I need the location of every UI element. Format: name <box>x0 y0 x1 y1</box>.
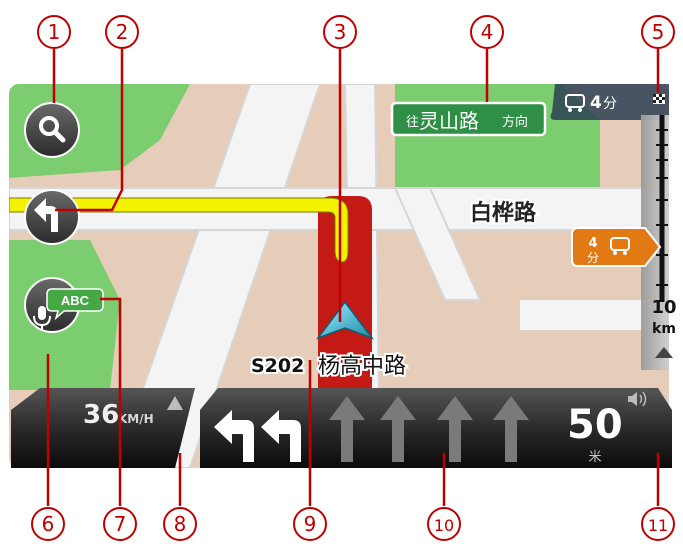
callout-marker: 10 <box>427 507 461 541</box>
callout-marker: 8 <box>163 507 197 541</box>
speed-panel[interactable]: 36 KM/H <box>11 388 195 468</box>
traffic-bar-unit: km <box>652 321 676 337</box>
callout-number: 10 <box>434 516 454 535</box>
traffic-delay-minutes: 4 <box>588 236 597 251</box>
current-road-name: 杨高中路 <box>318 354 406 379</box>
signpost-prefix: 往 <box>406 115 419 130</box>
callout-marker: 4 <box>470 15 504 49</box>
callout-number: 7 <box>114 512 127 536</box>
traffic-delay-badge[interactable]: 4 分 <box>571 227 662 267</box>
callout-marker: 11 <box>641 507 675 541</box>
turn-instruction-button[interactable] <box>24 189 80 245</box>
voice-badge-label: ABC <box>61 293 90 308</box>
eta-minutes: 4 <box>590 93 602 113</box>
callout-marker: 6 <box>31 507 65 541</box>
callout-number: 11 <box>648 516 668 535</box>
callout-number: 5 <box>652 20 665 44</box>
signpost-road: 灵山路 <box>419 109 479 133</box>
callout-number: 9 <box>304 512 317 536</box>
signpost-suffix: 方向 <box>502 114 528 130</box>
cross-street-label: 白桦路 <box>470 200 537 226</box>
current-road-number: S202 <box>251 355 304 377</box>
callout-number: 6 <box>42 512 55 536</box>
callout-marker: 3 <box>323 15 357 49</box>
callout-marker: 2 <box>105 15 139 49</box>
speed-value: 36 <box>83 400 119 430</box>
traffic-bar-distance: 10 <box>651 297 676 318</box>
distance-value: 50 <box>567 402 623 448</box>
eta-panel[interactable]: 4 分 <box>550 84 669 120</box>
callout-marker: 7 <box>103 507 137 541</box>
search-button[interactable] <box>24 102 80 158</box>
current-road-label: S202 杨高中路 <box>249 352 408 381</box>
callout-number: 8 <box>174 512 187 536</box>
callout-marker: 5 <box>641 15 675 49</box>
callout-marker: 9 <box>293 507 327 541</box>
eta-unit: 分 <box>603 96 617 112</box>
callout-number: 2 <box>116 20 129 44</box>
callout-marker: 1 <box>37 15 71 49</box>
traffic-delay-unit: 分 <box>587 251 599 265</box>
distance-unit: 米 <box>588 450 601 465</box>
callout-number: 3 <box>334 20 347 44</box>
checkered-flag-icon <box>653 94 665 104</box>
callout-number: 4 <box>481 20 494 44</box>
callout-number: 1 <box>48 20 61 44</box>
speed-unit: KM/H <box>118 412 154 426</box>
lane-signpost: 往 灵山路 方向 <box>390 101 547 137</box>
